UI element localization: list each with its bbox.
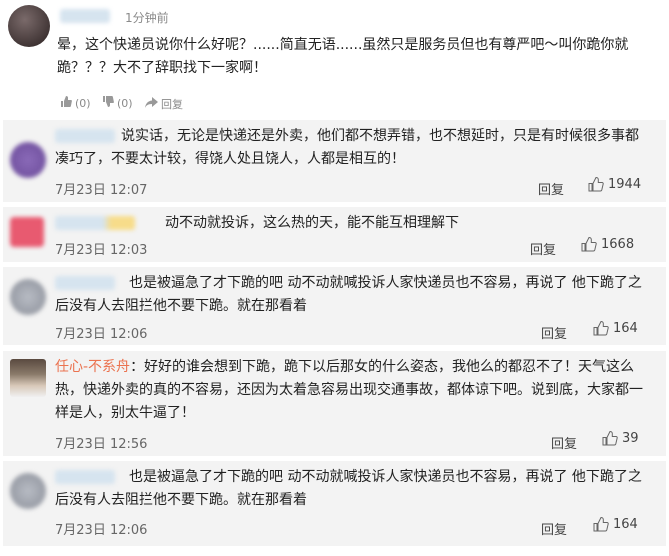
comment-text: 也是被逼急了才下跪的吧 动不动就喊投诉人家快递员也不容易，再说了 他下跪了之后没… [55,275,642,314]
like-button[interactable]: 1944 [588,177,641,192]
reply-button[interactable]: 回复 [538,179,564,198]
comment-card: 任心-不系舟：好好的谁会想到下跪，跪下以后那女的什么姿态，我他么的都忍不了！天气… [3,351,666,456]
comment-date: 7月23日 12:06 [55,523,148,538]
thumbs-down-icon [102,96,114,110]
comment-text: 晕，这个快递员说你什么好呢？......简直无语......虽然只是服务员但也有… [57,37,629,76]
thumbs-up-icon [60,96,72,110]
thumbs-up-icon [581,237,597,252]
comment-text: 任心-不系舟：好好的谁会想到下跪，跪下以后那女的什么姿态，我他么的都忍不了！天气… [55,356,650,425]
avatar[interactable] [8,5,50,47]
avatar[interactable] [10,473,46,509]
like-count: 164 [613,321,638,336]
like-count: 39 [622,431,639,446]
reply-button[interactable]: 回复 [541,323,567,342]
reply-button[interactable]: 回复 [551,433,577,452]
reply-button[interactable]: 回复 [541,519,567,538]
thumbs-up-icon [602,431,618,446]
dislike-action[interactable]: (0) [102,96,133,110]
comment-text: 说实话，无论是快递还是外卖，他们都不想弄错，也不想延时，只是有时候很多事都凑巧了… [55,128,639,167]
username-blurred[interactable] [60,9,110,23]
comment-body: ：好好的谁会想到下跪，跪下以后那女的什么姿态，我他么的都忍不了！天气这么热，快递… [55,359,643,421]
comment-date: 7月23日 12:06 [55,327,148,342]
comment-card: 也是被逼急了才下跪的吧 动不动就喊投诉人家快递员也不容易，再说了 他下跪了之后没… [3,267,666,345]
like-action[interactable]: (0) [60,96,91,110]
avatar[interactable] [10,279,46,315]
avatar[interactable] [10,142,46,178]
avatar[interactable] [10,359,46,397]
avatar[interactable] [10,217,44,247]
comment-date: 7月23日 12:03 [55,243,148,258]
like-button[interactable]: 39 [602,431,639,446]
comment-card: 说实话，无论是快递还是外卖，他们都不想弄错，也不想延时，只是有时候很多事都凑巧了… [3,120,666,202]
comment-time: 1分钟前 [125,11,169,25]
share-arrow-icon [145,97,158,111]
like-button[interactable]: 164 [593,517,638,532]
comment-text: 也是被逼急了才下跪的吧 动不动就喊投诉人家快递员也不容易，再说了 他下跪了之后没… [55,469,642,508]
like-button[interactable]: 164 [593,321,638,336]
like-count: 164 [613,517,638,532]
like-count: 1944 [608,177,642,192]
comment-card: 也是被逼急了才下跪的吧 动不动就喊投诉人家快递员也不容易，再说了 他下跪了之后没… [3,461,666,546]
thumbs-up-icon [588,177,604,192]
like-button[interactable]: 1668 [581,237,634,252]
comment-date: 7月23日 12:07 [55,183,148,198]
comment-username[interactable]: 任心-不系舟 [55,359,130,375]
thumbs-up-icon [593,517,609,532]
top-comment: 1分钟前 晕，这个快递员说你什么好呢？......简直无语......虽然只是服… [0,0,669,112]
reply-label: 回复 [161,98,183,111]
reply-button[interactable]: 回复 [530,239,556,258]
comment-date: 7月23日 12:56 [55,437,148,452]
comment-text: 动不动就投诉，这么热的天，能不能互相理解下 [165,215,459,231]
comment-card: 动不动就投诉，这么热的天，能不能互相理解下 7月23日 12:03 回复 166… [3,207,666,262]
dislike-count: (0) [117,96,133,110]
like-count: (0) [75,96,91,110]
like-count: 1668 [601,237,635,252]
reply-action[interactable]: 回复 [145,96,183,112]
thumbs-up-icon [593,321,609,336]
